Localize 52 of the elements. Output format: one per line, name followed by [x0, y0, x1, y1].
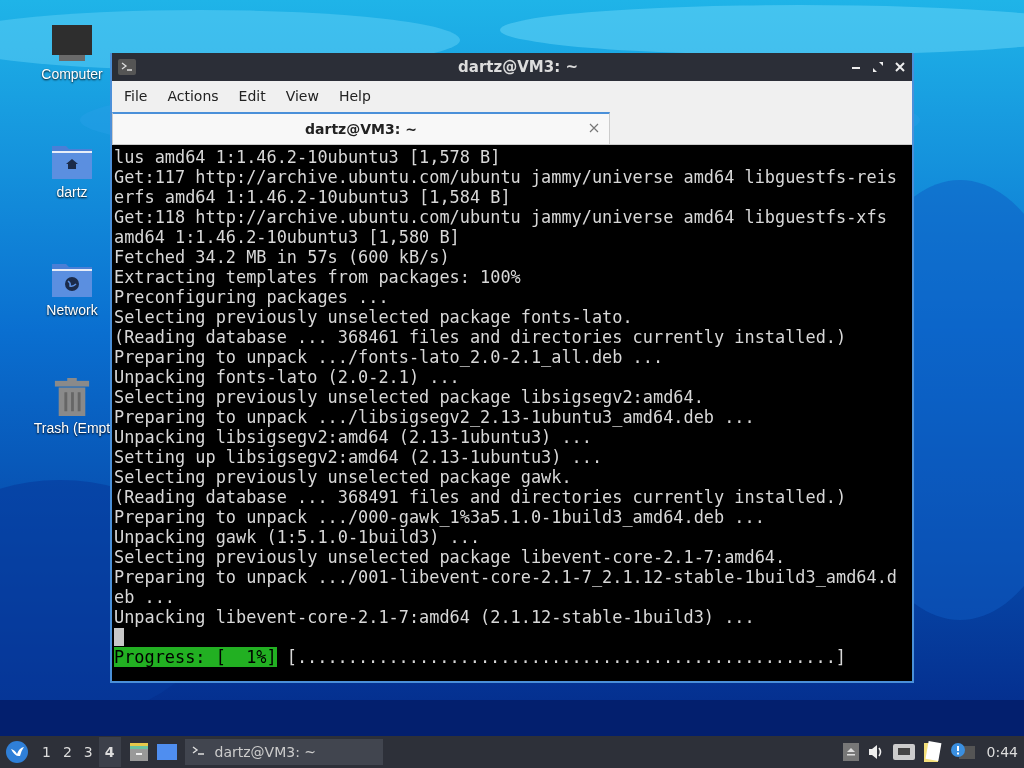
- menu-item[interactable]: View: [275, 88, 329, 104]
- workspace-button[interactable]: 1: [36, 737, 57, 767]
- clipboard-icon[interactable]: [922, 741, 943, 763]
- file-cabinet-icon[interactable]: [128, 742, 149, 762]
- workspace-button[interactable]: 3: [77, 737, 99, 767]
- terminal-line: Selecting previously unselected package libsigsegv2:amd64.: [114, 387, 705, 407]
- terminal-line: Preparing to unpack .../001-libevent-core-2.1-7_2.1.12-stable-1build3_amd64.d: [114, 567, 898, 587]
- terminal-line: Selecting previously unselected package libevent-core-2.1-7:amd64.: [114, 547, 787, 567]
- terminal-line: eb ...: [114, 587, 176, 607]
- terminal-line: lus amd64 1:1.46.2-10ubuntu3 [1,578 B]: [114, 147, 502, 167]
- terminal-line: Extracting templates from packages: 100%: [114, 267, 522, 287]
- progress-dots-text: [.....................................................]: [286, 647, 846, 667]
- notification-icon[interactable]: [950, 743, 975, 761]
- task-button[interactable]: dartz@VM3: ~: [184, 739, 383, 765]
- network-port-icon[interactable]: [892, 744, 915, 760]
- desktop-icon[interactable]: [156, 743, 177, 761]
- terminal-line: Get:117 http://archive.ubuntu.com/ubuntu jammy/universe amd64 libguestfs-reis: [114, 167, 898, 187]
- terminal-line: Preparing to unpack .../libsigsegv2_2.13-1ubuntu3_amd64.deb ...: [114, 407, 756, 427]
- menu-item[interactable]: Edit: [228, 88, 276, 104]
- monitor-icon[interactable]: [51, 24, 93, 62]
- terminal-line: Preconfiguring packages ...: [114, 287, 390, 307]
- terminal-line: Selecting previously unselected package gawk.: [114, 467, 573, 487]
- terminal-line: amd64 1:1.46.2-10ubuntu3 [1,580 B]: [114, 227, 461, 247]
- terminal-line: Unpacking fonts-lato (2.0-2.1) ...: [114, 367, 461, 387]
- terminal-line: Preparing to unpack .../fonts-lato_2.0-2.1_all.deb ...: [114, 347, 665, 367]
- terminal-line: (Reading database ... 368461 files and directories currently installed.): [114, 327, 848, 347]
- terminal-line: Get:118 http://archive.ubuntu.com/ubuntu jammy/universe amd64 libguestfs-xfs: [114, 207, 888, 227]
- terminal-line: (Reading database ... 368491 files and directories currently installed.): [114, 487, 848, 507]
- menu-item[interactable]: File: [114, 88, 158, 104]
- terminal-line: Unpacking libsigsegv2:amd64 (2.13-1ubuntu3) ...: [114, 427, 593, 447]
- menu-item[interactable]: Actions: [157, 88, 229, 104]
- terminal-line: Unpacking gawk (1:5.1.0-1build3) ...: [114, 527, 482, 547]
- terminal-line: Fetched 34.2 MB in 57s (600 kB/s): [114, 247, 451, 267]
- tab[interactable]: dartz@VM3: ~: [112, 112, 610, 144]
- workspace-button[interactable]: 4: [98, 737, 121, 767]
- terminal-line: Preparing to unpack .../000-gawk_1%3a5.1.0-1build3_amd64.deb ...: [114, 507, 766, 527]
- desktop-icon-label[interactable]: dartz: [56, 184, 88, 200]
- window-title: dartz@VM3: ~: [457, 58, 579, 76]
- desktop-icon-label[interactable]: Trash (Empt: [33, 420, 111, 436]
- workspace-button[interactable]: 2: [56, 737, 78, 767]
- terminal-line: erfs amd64 1:1.46.2-10ubuntu3 [1,584 B]: [114, 187, 512, 207]
- cursor: [114, 628, 124, 646]
- terminal-line: Selecting previously unselected package fonts-lato.: [114, 307, 634, 327]
- progress-label: Progress: [ 1%]: [114, 647, 277, 667]
- eject-icon[interactable]: [842, 743, 859, 761]
- maximize-icon[interactable]: [872, 61, 884, 73]
- terminal-icon: [118, 59, 136, 75]
- terminal-line: Setting up libsigsegv2:amd64 (2.13-1ubuntu3) ...: [114, 447, 604, 467]
- terminal-line: Unpacking libevent-core-2.1-7:amd64 (2.1.12-stable-1build3) ...: [114, 607, 756, 627]
- clock[interactable]: 0:44: [986, 744, 1018, 760]
- desktop-icon-label[interactable]: Network: [46, 302, 98, 318]
- menu-item[interactable]: Help: [328, 88, 381, 104]
